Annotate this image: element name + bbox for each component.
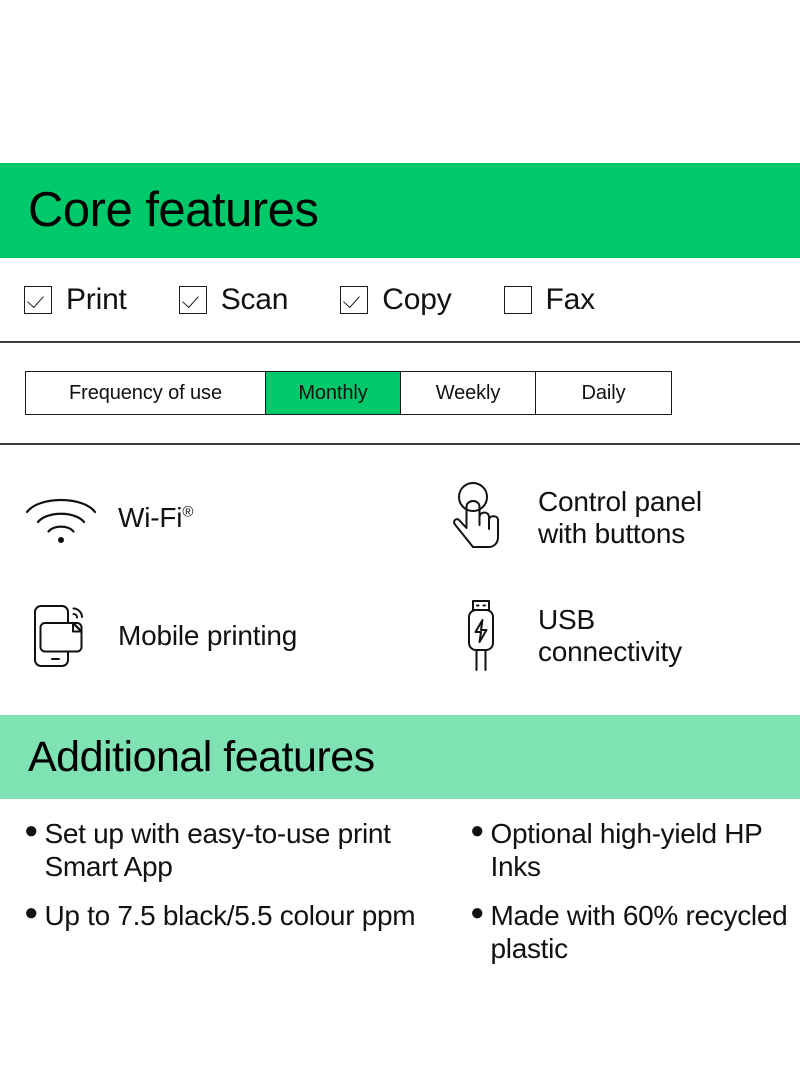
bullet-dot-icon: ● [470, 899, 485, 927]
bullet-text-print-speed: Up to 7.5 black/5.5 colour ppm [44, 900, 416, 932]
checkbox-checked-icon[interactable] [178, 285, 207, 314]
bullet-dot-icon: ● [24, 899, 39, 927]
feature-label-control-panel: Control panel with buttons [538, 486, 702, 550]
checkbox-checked-icon[interactable] [340, 285, 369, 314]
list-item: ● Up to 7.5 black/5.5 colour ppm [24, 899, 460, 932]
capability-label-copy: Copy [382, 282, 452, 316]
additional-features-title: Additional features [28, 732, 375, 781]
feature-icon-grid: Wi-Fi® Control panel with buttons Mobile… [0, 445, 800, 695]
bullet-dot-icon: ● [470, 817, 485, 844]
checkbox-unchecked-icon[interactable] [503, 285, 532, 314]
frequency-option-monthly[interactable]: Monthly [266, 372, 401, 414]
mobile-printing-icon [18, 601, 104, 671]
checkbox-checked-icon[interactable] [24, 285, 52, 314]
frequency-of-use-section: Frequency of use Monthly Weekly Daily [0, 343, 800, 443]
capability-checkbox-row: Print Scan Copy Fax [0, 258, 800, 341]
capability-label-fax: Fax [545, 282, 596, 316]
bullet-column-right: ● Optional high-yield HP Inks ● Made wit… [460, 817, 800, 981]
capability-copy[interactable]: Copy [340, 282, 452, 317]
frequency-of-use-label: Frequency of use [26, 372, 266, 414]
top-whitespace [0, 0, 800, 163]
core-features-banner: Core features [0, 163, 800, 258]
bullet-text-setup-app: Set up with easy-to-use print Smart App [44, 818, 391, 883]
additional-features-banner: Additional features [0, 715, 800, 799]
feature-label-usb-line2: connectivity [538, 636, 682, 667]
feature-label-usb-connectivity: USB connectivity [538, 604, 682, 668]
feature-label-usb-line1: USB [538, 603, 595, 635]
feature-label-control-panel-line1: Control panel [538, 485, 702, 517]
wifi-icon [18, 490, 104, 546]
feature-usb-connectivity: USB connectivity [430, 577, 800, 695]
feature-wifi: Wi-Fi® [0, 459, 430, 577]
core-features-title: Core features [28, 183, 319, 237]
capability-scan[interactable]: Scan [178, 282, 289, 317]
list-item: ● Made with 60% recycled plastic [470, 899, 800, 965]
capability-label-scan: Scan [220, 282, 289, 316]
capability-label-print: Print [66, 282, 127, 316]
feature-control-panel: Control panel with buttons [430, 459, 800, 577]
feature-label-control-panel-line2: with buttons [538, 518, 686, 549]
frequency-option-daily[interactable]: Daily [536, 372, 671, 414]
bullet-text-high-yield-inks: Optional high-yield HP Inks [490, 818, 763, 883]
touch-button-icon [438, 481, 524, 555]
bullet-text-recycled-plastic: Made with 60% recycled plastic [490, 900, 788, 965]
frequency-option-weekly[interactable]: Weekly [401, 372, 536, 414]
capability-fax[interactable]: Fax [503, 282, 596, 317]
capability-print[interactable]: Print [24, 283, 127, 317]
bullet-column-left: ● Set up with easy-to-use print Smart Ap… [0, 817, 460, 981]
additional-features-bullets: ● Set up with easy-to-use print Smart Ap… [0, 799, 800, 981]
list-item: ● Set up with easy-to-use print Smart Ap… [24, 817, 460, 883]
list-item: ● Optional high-yield HP Inks [470, 817, 800, 883]
feature-mobile-printing: Mobile printing [0, 577, 430, 695]
feature-label-mobile-printing: Mobile printing [118, 619, 298, 651]
feature-label-wifi: Wi-Fi® [118, 501, 194, 533]
bullet-dot-icon: ● [24, 817, 39, 844]
frequency-of-use-table: Frequency of use Monthly Weekly Daily [25, 371, 672, 415]
usb-cable-icon [438, 598, 524, 674]
